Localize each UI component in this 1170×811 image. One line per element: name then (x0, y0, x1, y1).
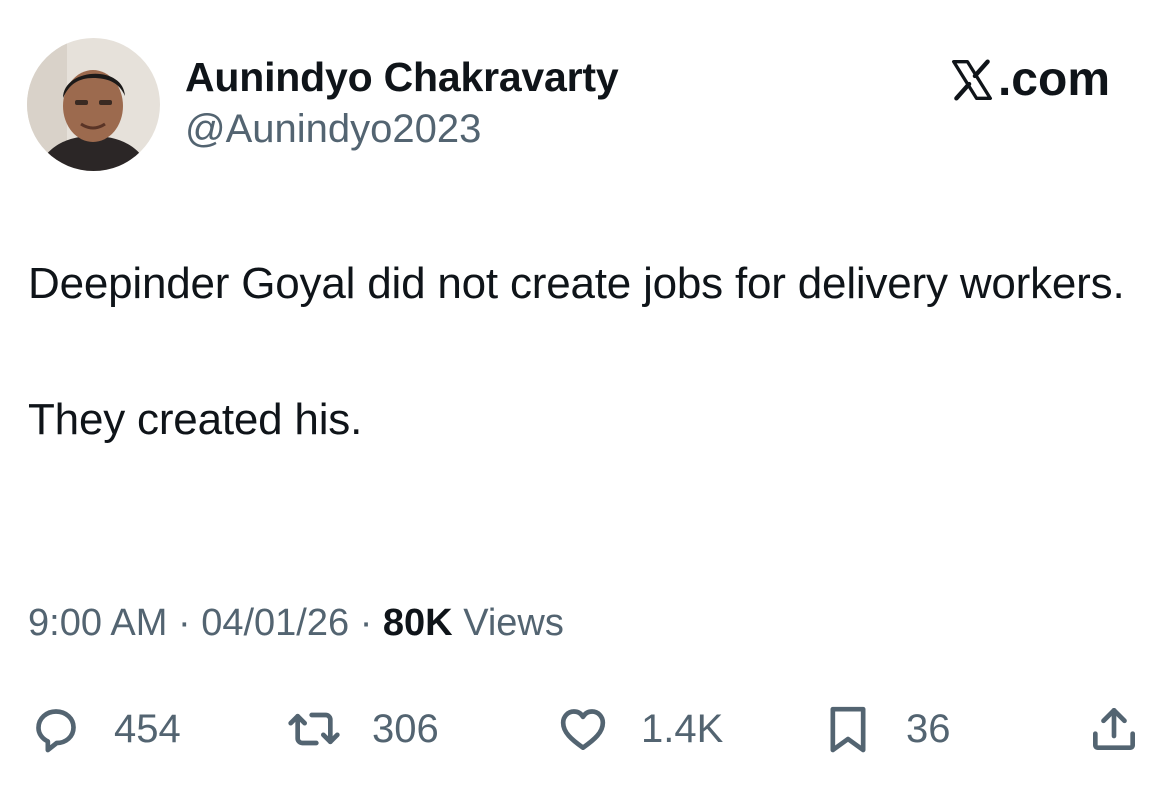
meta-separator: · (359, 602, 373, 644)
like-count: 1.4K (641, 706, 724, 751)
share-icon (1086, 701, 1142, 757)
bookmark-icon (820, 701, 876, 757)
action-bar: 454 306 1.4K 36 (28, 694, 1142, 764)
tweet-time[interactable]: 9:00 AM (28, 602, 167, 644)
views-count[interactable]: 80K (383, 602, 453, 644)
tweet-text: Deepinder Goyal did not create jobs for … (28, 250, 1138, 454)
x-logo-icon (950, 58, 994, 102)
author-name[interactable]: Aunindyo Chakravarty (185, 54, 619, 101)
avatar[interactable] (27, 38, 160, 171)
brand-watermark: .com (950, 52, 1110, 107)
views-label[interactable]: Views (463, 602, 564, 644)
like-button[interactable]: 1.4K (555, 694, 723, 764)
reply-button[interactable]: 454 (28, 694, 181, 764)
heart-icon (555, 701, 611, 757)
repost-icon (286, 701, 342, 757)
repost-button[interactable]: 306 (286, 694, 439, 764)
tweet-meta: 9:00 AM · 04/01/26 · 80K Views (28, 602, 564, 645)
tweet-date[interactable]: 04/01/26 (201, 602, 349, 644)
tweet-paragraph: Deepinder Goyal did not create jobs for … (28, 259, 1125, 308)
profile-photo (27, 38, 160, 171)
tweet-paragraph: They created his. (28, 395, 363, 444)
bookmark-count: 36 (906, 706, 951, 751)
author-handle[interactable]: @Aunindyo2023 (185, 107, 481, 152)
reply-icon (28, 701, 84, 757)
share-button[interactable] (1086, 694, 1142, 764)
reply-count: 454 (114, 706, 181, 751)
brand-text: .com (997, 53, 1110, 106)
bookmark-button[interactable]: 36 (820, 694, 951, 764)
meta-separator: · (177, 602, 191, 644)
repost-count: 306 (372, 706, 439, 751)
